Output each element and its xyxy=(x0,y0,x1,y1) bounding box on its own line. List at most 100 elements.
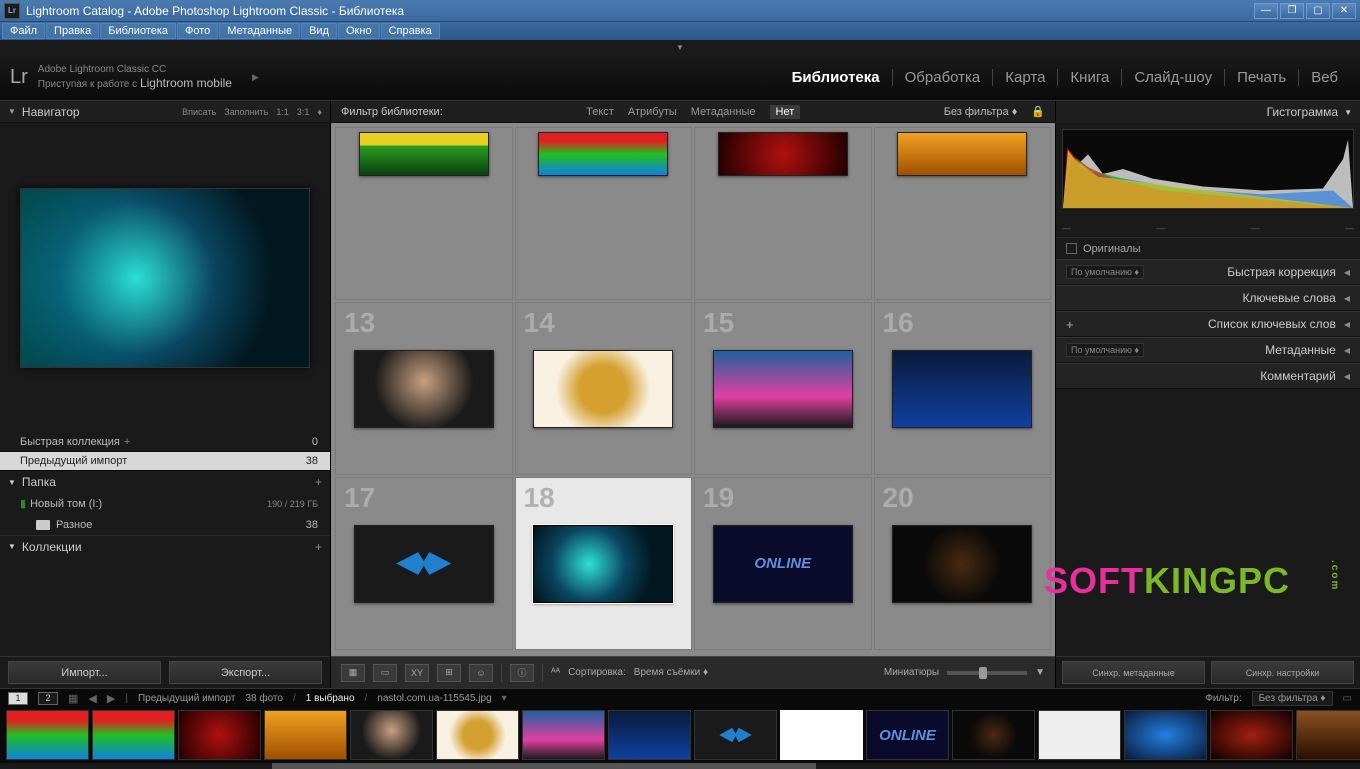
toolbar-menu-icon[interactable]: ▼ xyxy=(1035,667,1045,678)
module-print[interactable]: Печать xyxy=(1224,69,1298,86)
module-web[interactable]: Веб xyxy=(1298,69,1350,86)
menu-photo[interactable]: Фото xyxy=(177,23,218,39)
histogram-header[interactable]: Гистограмма ▼ xyxy=(1056,101,1360,123)
nav-back-icon[interactable]: ◀ xyxy=(88,692,96,705)
module-map[interactable]: Карта xyxy=(992,69,1057,86)
histogram-graph[interactable] xyxy=(1062,129,1354,209)
keywording-panel[interactable]: Ключевые слова◀ xyxy=(1056,285,1360,311)
menu-file[interactable]: Файл xyxy=(2,23,45,39)
filmstrip-thumb[interactable] xyxy=(694,710,777,760)
maximize-button[interactable]: ▢ xyxy=(1306,3,1330,19)
filter-preset-dropdown[interactable]: Без фильтра ♦ xyxy=(944,106,1018,118)
lock-icon[interactable]: 🔒 xyxy=(1031,105,1045,118)
filmstrip-thumb[interactable] xyxy=(1210,710,1293,760)
filter-metadata[interactable]: Метаданные xyxy=(691,106,756,118)
grid-cell[interactable]: 15 xyxy=(694,302,872,475)
close-button[interactable]: ✕ xyxy=(1332,3,1356,19)
thumbnail-size-slider[interactable] xyxy=(947,671,1027,675)
catalog-previous-import[interactable]: Предыдущий импорт 38 xyxy=(0,452,330,471)
restore-button[interactable]: ❐ xyxy=(1280,3,1304,19)
plus-icon[interactable]: + xyxy=(1066,317,1074,332)
folder-subfolder[interactable]: Разное 38 xyxy=(0,514,330,535)
plus-icon[interactable]: + xyxy=(315,540,322,554)
menu-library[interactable]: Библиотека xyxy=(100,23,176,39)
fs-filter-switch-icon[interactable]: ▭ xyxy=(1343,693,1352,704)
export-button[interactable]: Экспорт... xyxy=(169,661,322,684)
filmstrip-thumb[interactable] xyxy=(350,710,433,760)
filmstrip-thumb[interactable] xyxy=(6,710,89,760)
catalog-quick-collection[interactable]: Быстрая коллекция+ 0 xyxy=(0,433,330,452)
module-library[interactable]: Библиотека xyxy=(780,69,892,86)
grid-cell[interactable] xyxy=(874,127,1052,300)
grid-view-button[interactable]: ▦ xyxy=(341,664,365,682)
filter-attributes[interactable]: Атрибуты xyxy=(628,106,677,118)
filmstrip-thumb[interactable] xyxy=(264,710,347,760)
chevron-down-icon[interactable]: ▾ xyxy=(502,693,507,704)
quick-develop-panel[interactable]: По умолчанию ♦ Быстрая коррекция◀ xyxy=(1056,259,1360,285)
sort-direction-icon[interactable]: ᴬᴬ xyxy=(551,667,560,678)
originals-row[interactable]: Оригиналы xyxy=(1056,237,1360,259)
nav-1to1[interactable]: 1:1 xyxy=(276,107,289,117)
menu-edit[interactable]: Правка xyxy=(46,23,99,39)
grid-cell[interactable]: 17 xyxy=(335,477,513,650)
menu-metadata[interactable]: Метаданные xyxy=(219,23,300,39)
metadata-panel[interactable]: По умолчанию ♦ Метаданные◀ xyxy=(1056,337,1360,363)
screen-1-button[interactable]: 1 xyxy=(8,692,28,705)
grid-cell[interactable]: 13 xyxy=(335,302,513,475)
keyword-list-panel[interactable]: + Список ключевых слов◀ xyxy=(1056,311,1360,337)
filmstrip-scrollbar[interactable] xyxy=(0,763,1360,769)
menu-view[interactable]: Вид xyxy=(301,23,337,39)
module-develop[interactable]: Обработка xyxy=(892,69,993,86)
grid-cell[interactable] xyxy=(694,127,872,300)
compare-view-button[interactable]: XY xyxy=(405,664,429,682)
grid-icon[interactable]: ▦ xyxy=(68,692,78,705)
folder-volume[interactable]: ▮ Новый том (I:) 190 / 219 ГБ xyxy=(0,493,330,514)
filmstrip-thumb[interactable] xyxy=(608,710,691,760)
sync-metadata-button[interactable]: Синхр. метаданные xyxy=(1062,661,1205,684)
grid-cell[interactable] xyxy=(335,127,513,300)
sync-settings-button[interactable]: Синхр. настройки xyxy=(1211,661,1354,684)
nav-fill[interactable]: Заполнить xyxy=(224,107,268,117)
filmstrip-thumb[interactable] xyxy=(178,710,261,760)
filmstrip-thumbs[interactable] xyxy=(0,707,1360,763)
navigator-header[interactable]: ▼ Навигатор Вписать Заполнить 1:1 3:1 ♦ xyxy=(0,101,330,123)
grid-cell[interactable] xyxy=(515,127,693,300)
folders-header[interactable]: ▼ Папка + xyxy=(0,471,330,493)
menu-window[interactable]: Окно xyxy=(338,23,380,39)
nav-fit[interactable]: Вписать xyxy=(182,107,216,117)
loupe-view-button[interactable]: ▭ xyxy=(373,664,397,682)
module-slideshow[interactable]: Слайд-шоу xyxy=(1121,69,1224,86)
grid-cell[interactable]: 14 xyxy=(515,302,693,475)
minimize-button[interactable]: — xyxy=(1254,3,1278,19)
navigator-preview[interactable] xyxy=(0,123,330,433)
play-icon[interactable]: ▶ xyxy=(252,72,259,83)
collections-header[interactable]: ▼ Коллекции + xyxy=(0,535,330,557)
filmstrip-thumb[interactable] xyxy=(1124,710,1207,760)
fs-source-label[interactable]: Предыдущий импорт xyxy=(138,693,236,704)
grid-cell-selected[interactable]: 18 xyxy=(515,477,693,650)
filmstrip-thumb[interactable] xyxy=(1296,710,1360,760)
filter-text[interactable]: Текст xyxy=(586,106,614,118)
filmstrip-thumb-selected[interactable] xyxy=(780,710,863,760)
preset-dropdown[interactable]: По умолчанию ♦ xyxy=(1066,265,1144,279)
originals-checkbox[interactable] xyxy=(1066,243,1077,254)
nav-3to1[interactable]: 3:1 xyxy=(297,107,310,117)
filmstrip-thumb[interactable] xyxy=(952,710,1035,760)
survey-view-button[interactable]: ⊞ xyxy=(437,664,461,682)
grid-cell[interactable]: 20 xyxy=(874,477,1052,650)
library-grid[interactable]: 13 14 15 16 17 18 19 20 xyxy=(331,123,1055,656)
filmstrip-thumb[interactable] xyxy=(1038,710,1121,760)
comments-panel[interactable]: Комментарий◀ xyxy=(1056,363,1360,389)
module-book[interactable]: Книга xyxy=(1057,69,1121,86)
nav-zoom-menu-icon[interactable]: ♦ xyxy=(317,107,322,117)
grid-cell[interactable]: 16 xyxy=(874,302,1052,475)
plus-icon[interactable]: + xyxy=(315,475,322,489)
nav-fwd-icon[interactable]: ▶ xyxy=(107,692,115,705)
filmstrip-thumb[interactable] xyxy=(92,710,175,760)
import-button[interactable]: Импорт... xyxy=(8,661,161,684)
painter-tool-button[interactable]: ⓘ xyxy=(510,664,534,682)
screen-2-button[interactable]: 2 xyxy=(38,692,58,705)
grid-cell[interactable]: 19 xyxy=(694,477,872,650)
filter-none[interactable]: Нет xyxy=(770,105,801,119)
menu-help[interactable]: Справка xyxy=(381,23,440,39)
